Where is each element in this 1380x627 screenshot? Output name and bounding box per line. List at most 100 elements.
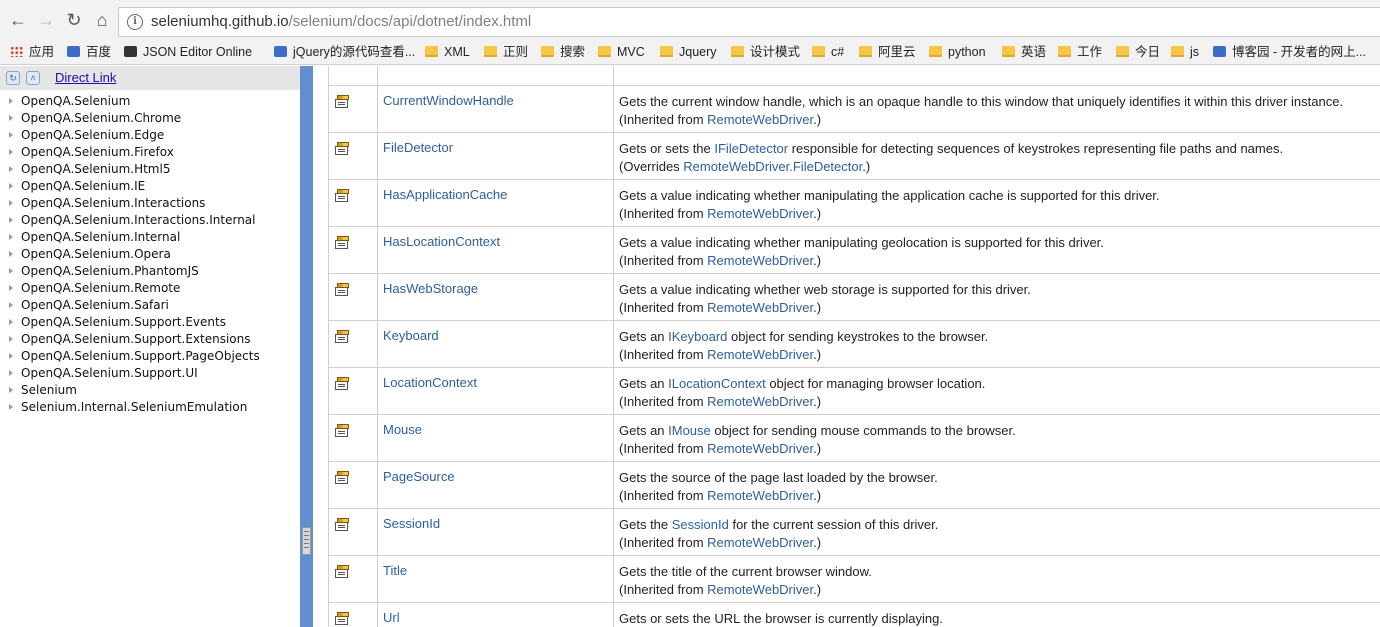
bookmark-16[interactable]: js (1171, 43, 1199, 61)
summary-type-link[interactable]: ILocationContext (668, 376, 766, 391)
bookmark-11[interactable]: 阿里云 (859, 43, 916, 61)
bookmark-6[interactable]: 搜索 (541, 43, 585, 61)
tree-item[interactable]: OpenQA.Selenium.IE (0, 178, 260, 195)
member-name-link[interactable]: Keyboard (383, 328, 439, 343)
sync-toc-icon[interactable]: ↻ (6, 71, 20, 85)
expand-triangle-icon[interactable] (9, 268, 13, 274)
home-icon[interactable]: ⌂ (92, 10, 112, 30)
inheritance-note: (Inherited from RemoteWebDriver.) (619, 205, 1380, 223)
expand-triangle-icon[interactable] (9, 132, 13, 138)
bookmark-0[interactable]: 应用 (10, 43, 54, 61)
expand-triangle-icon[interactable] (9, 285, 13, 291)
tree-item[interactable]: OpenQA.Selenium.Chrome (0, 110, 260, 127)
tree-item[interactable]: OpenQA.Selenium.PhantomJS (0, 263, 260, 280)
tree-item[interactable]: Selenium (0, 382, 260, 399)
tree-item[interactable]: OpenQA.Selenium.Support.PageObjects (0, 348, 260, 365)
summary-type-link[interactable]: SessionId (672, 517, 729, 532)
base-class-link[interactable]: RemoteWebDriver (707, 582, 813, 597)
base-class-link[interactable]: RemoteWebDriver (707, 253, 813, 268)
member-name-link[interactable]: LocationContext (383, 375, 477, 390)
expand-triangle-icon[interactable] (9, 234, 13, 240)
member-name-link[interactable]: FileDetector (383, 140, 453, 155)
expand-triangle-icon[interactable] (9, 319, 13, 325)
expand-triangle-icon[interactable] (9, 404, 13, 410)
expand-triangle-icon[interactable] (9, 387, 13, 393)
expand-triangle-icon[interactable] (9, 353, 13, 359)
tree-item[interactable]: Selenium.Internal.SeleniumEmulation (0, 399, 260, 416)
base-class-link[interactable]: RemoteWebDriver (707, 347, 813, 362)
tree-item[interactable]: OpenQA.Selenium.Safari (0, 297, 260, 314)
summary-type-link[interactable]: IFileDetector (714, 141, 788, 156)
expand-triangle-icon[interactable] (9, 302, 13, 308)
collapse-all-icon[interactable]: ˄ (26, 71, 40, 85)
tree-item[interactable]: OpenQA.Selenium.Opera (0, 246, 260, 263)
tree-item[interactable]: OpenQA.Selenium.Support.Events (0, 314, 260, 331)
tree-item[interactable]: OpenQA.Selenium.Support.Extensions (0, 331, 260, 348)
tree-item[interactable]: OpenQA.Selenium (0, 93, 260, 110)
tree-item[interactable]: OpenQA.Selenium.Internal (0, 229, 260, 246)
bookmark-5[interactable]: 正则 (484, 43, 528, 61)
bookmark-17[interactable]: 博客园 - 开发者的网上... (1213, 43, 1366, 61)
base-class-link[interactable]: RemoteWebDriver (707, 112, 813, 127)
expand-triangle-icon[interactable] (9, 200, 13, 206)
member-name-link[interactable]: Mouse (383, 422, 422, 437)
bookmark-7[interactable]: MVC (598, 43, 645, 61)
summary-type-link[interactable]: IMouse (668, 423, 711, 438)
address-bar[interactable]: i seleniumhq.github.io/selenium/docs/api… (118, 7, 1380, 37)
base-class-link[interactable]: RemoteWebDriver (707, 300, 813, 315)
bookmark-8[interactable]: Jquery (660, 43, 717, 61)
info-icon[interactable]: i (127, 14, 143, 30)
reload-icon[interactable]: ↻ (64, 10, 84, 30)
url-text[interactable]: seleniumhq.github.io/selenium/docs/api/d… (151, 13, 531, 30)
expand-triangle-icon[interactable] (9, 336, 13, 342)
tree-item[interactable]: OpenQA.Selenium.Interactions (0, 195, 260, 212)
inheritance-note: (Inherited from RemoteWebDriver.) (619, 252, 1380, 270)
expand-triangle-icon[interactable] (9, 251, 13, 257)
base-class-link[interactable]: RemoteWebDriver.FileDetector (683, 159, 862, 174)
base-class-link[interactable]: RemoteWebDriver (707, 206, 813, 221)
member-name-link[interactable]: PageSource (383, 469, 455, 484)
expand-triangle-icon[interactable] (9, 115, 13, 121)
bookmark-2[interactable]: JSON Editor Online (124, 43, 252, 61)
inheritance-note: (Inherited from RemoteWebDriver.) (619, 346, 1380, 364)
base-class-link[interactable]: RemoteWebDriver (707, 394, 813, 409)
bookmark-13[interactable]: 英语 (1002, 43, 1046, 61)
bookmark-12[interactable]: python (929, 43, 986, 61)
member-name-link[interactable]: CurrentWindowHandle (383, 93, 514, 108)
bookmark-4[interactable]: XML (425, 43, 470, 61)
member-name-link[interactable]: HasLocationContext (383, 234, 500, 249)
expand-triangle-icon[interactable] (9, 166, 13, 172)
forward-arrow-icon[interactable]: → (36, 10, 56, 30)
bookmark-10[interactable]: c# (812, 43, 844, 61)
base-class-link[interactable]: RemoteWebDriver (707, 441, 813, 456)
bookmark-15[interactable]: 今日 (1116, 43, 1160, 61)
expand-triangle-icon[interactable] (9, 149, 13, 155)
direct-link[interactable]: Direct Link (55, 70, 116, 85)
expand-triangle-icon[interactable] (9, 217, 13, 223)
bookmark-1[interactable]: 百度 (67, 43, 111, 61)
expand-triangle-icon[interactable] (9, 183, 13, 189)
base-class-link[interactable]: RemoteWebDriver (707, 535, 813, 550)
tree-item[interactable]: OpenQA.Selenium.Html5 (0, 161, 260, 178)
bookmark-3[interactable]: jQuery的源代码查看... (274, 43, 415, 61)
expand-triangle-icon[interactable] (9, 98, 13, 104)
tree-item[interactable]: OpenQA.Selenium.Edge (0, 127, 260, 144)
member-name-link[interactable]: Url (383, 610, 400, 625)
base-class-link[interactable]: RemoteWebDriver (707, 488, 813, 503)
bookmark-9[interactable]: 设计模式 (731, 43, 800, 61)
member-name-link[interactable]: HasWebStorage (383, 281, 478, 296)
summary-text: Gets the title of the current browser wi… (619, 564, 872, 579)
tree-item[interactable]: OpenQA.Selenium.Interactions.Internal (0, 212, 260, 229)
bookmark-14[interactable]: 工作 (1058, 43, 1102, 61)
member-name-link[interactable]: SessionId (383, 516, 440, 531)
tree-item[interactable]: OpenQA.Selenium.Support.UI (0, 365, 260, 382)
summary-type-link[interactable]: IKeyboard (668, 329, 727, 344)
tree-item[interactable]: OpenQA.Selenium.Firefox (0, 144, 260, 161)
back-arrow-icon[interactable]: ← (8, 10, 28, 30)
note-prefix: (Inherited from (619, 535, 708, 550)
member-name-link[interactable]: HasApplicationCache (383, 187, 507, 202)
tree-item[interactable]: OpenQA.Selenium.Remote (0, 280, 260, 297)
splitter-grip-icon[interactable] (302, 527, 311, 555)
expand-triangle-icon[interactable] (9, 370, 13, 376)
member-name-link[interactable]: Title (383, 563, 407, 578)
